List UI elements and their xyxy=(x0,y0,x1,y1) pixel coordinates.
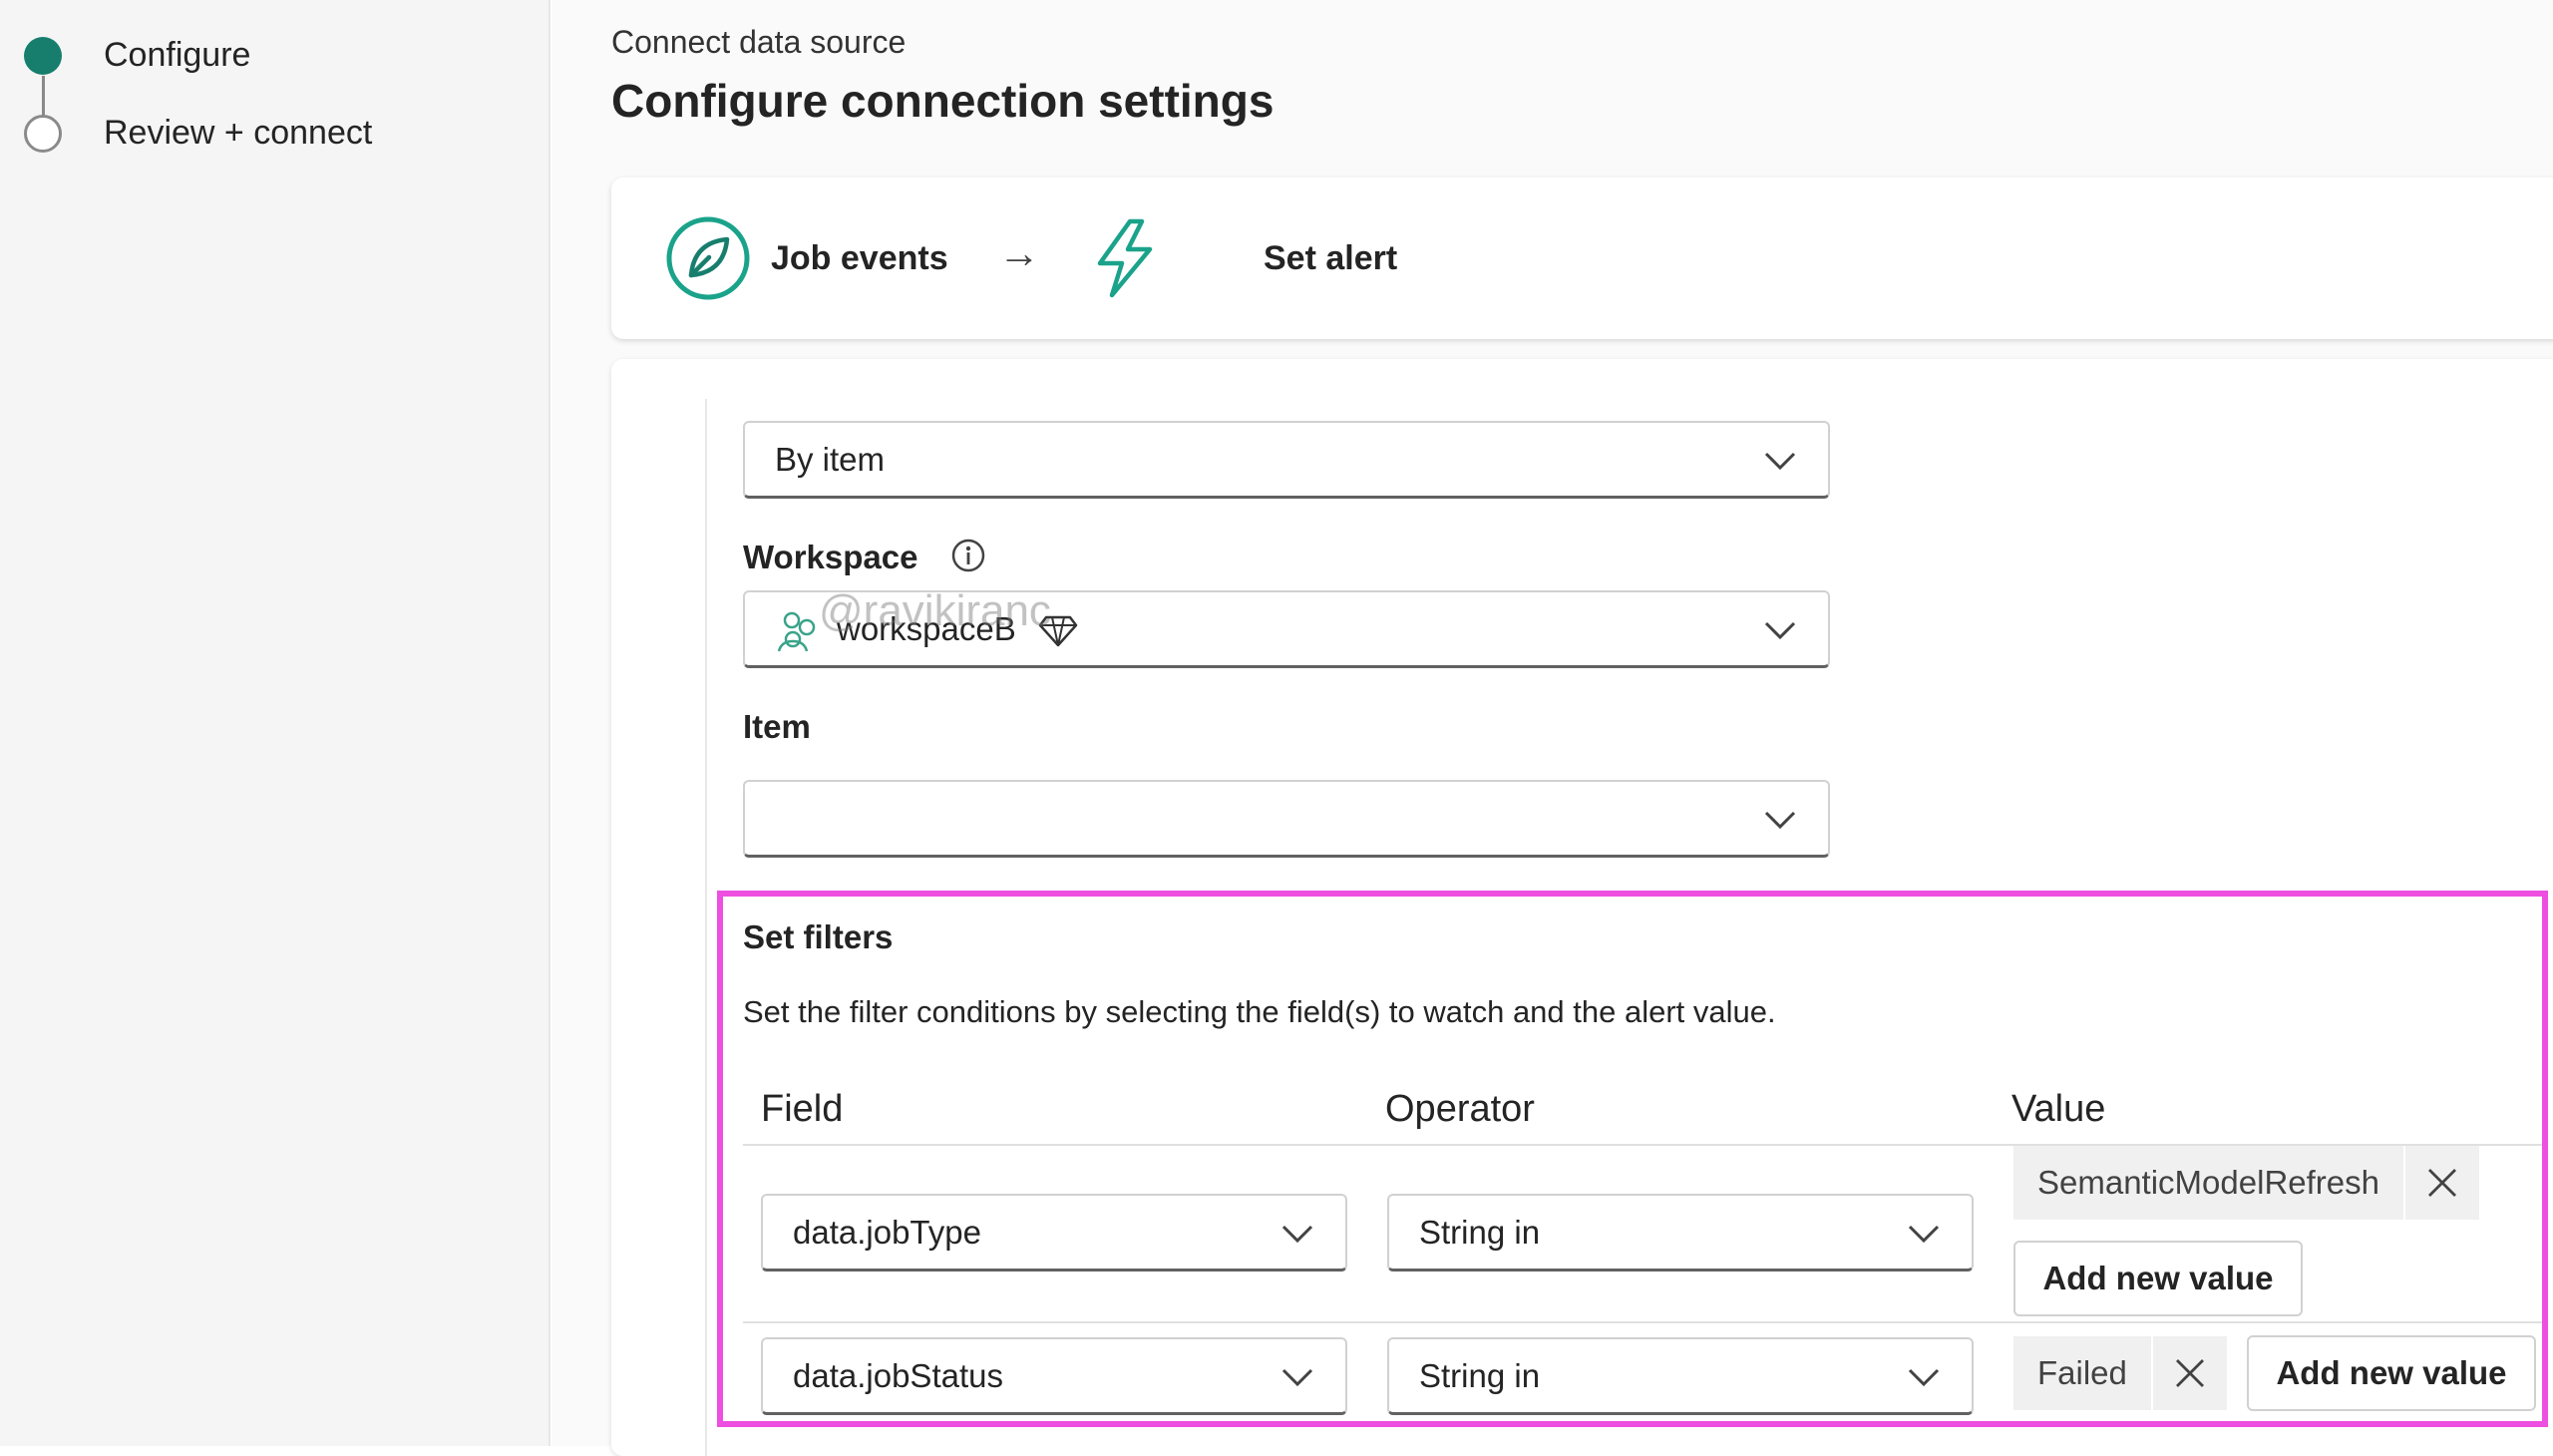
value-chip: Failed xyxy=(2013,1336,2227,1410)
step-label: Configure xyxy=(104,36,251,74)
workspace-label-text: Workspace xyxy=(743,539,918,575)
chevron-down-icon xyxy=(1281,1225,1313,1243)
add-new-value-button[interactable]: Add new value xyxy=(2013,1241,2303,1316)
filter-operator-dropdown[interactable]: String in xyxy=(1387,1337,1974,1415)
workspace-icon xyxy=(777,611,816,651)
step-pending-indicator-icon xyxy=(24,114,62,153)
set-alert-label: Set alert xyxy=(1264,239,1398,277)
filters-description: Set the filter conditions by selecting t… xyxy=(743,994,1776,1029)
column-header-field: Field xyxy=(761,1088,844,1130)
chevron-down-icon xyxy=(1764,811,1796,829)
filter-field-value: data.jobStatus xyxy=(793,1356,1003,1394)
lightning-icon xyxy=(1097,218,1153,298)
filter-field-dropdown[interactable]: data.jobType xyxy=(761,1194,1347,1272)
chevron-down-icon xyxy=(1764,621,1796,639)
filter-field-value: data.jobType xyxy=(793,1213,981,1251)
arrow-right-icon: → xyxy=(998,229,1040,276)
job-events-icon xyxy=(666,216,750,300)
step-label: Review + connect xyxy=(104,114,373,152)
chevron-down-icon xyxy=(1908,1225,1940,1243)
step-connector xyxy=(42,76,45,116)
filters-title: Set filters xyxy=(743,918,894,955)
value-chip-text: SemanticModelRefresh xyxy=(2037,1164,2379,1201)
main-panel: Connect data source Configure connection… xyxy=(551,0,2553,1456)
item-dropdown[interactable] xyxy=(743,780,1830,858)
breadcrumb: Connect data source xyxy=(611,24,907,60)
flow-summary-card: Job events → Set alert xyxy=(611,178,2553,339)
item-label: Item xyxy=(743,708,811,745)
set-filters-section: Set filters Set the filter conditions by… xyxy=(717,891,2548,1427)
info-icon[interactable] xyxy=(949,537,987,574)
close-icon xyxy=(2428,1169,2456,1197)
filter-operator-value: String in xyxy=(1419,1356,1541,1394)
scope-dropdown[interactable]: By item xyxy=(743,421,1830,499)
close-icon xyxy=(2175,1359,2204,1387)
value-chip-text: Failed xyxy=(2037,1354,2127,1391)
chevron-down-icon xyxy=(1908,1368,1940,1386)
column-header-operator: Operator xyxy=(1385,1088,1535,1130)
watermark-text: @ravikiranс xyxy=(819,585,1051,635)
page-title: Configure connection settings xyxy=(611,75,1275,127)
scope-dropdown-value: By item xyxy=(775,440,886,478)
column-header-value: Value xyxy=(2011,1088,2106,1130)
section-divider xyxy=(705,399,707,1456)
step-review-connect[interactable]: Review + connect xyxy=(24,114,372,153)
filter-operator-dropdown[interactable]: String in xyxy=(1387,1194,1974,1272)
step-configure[interactable]: Configure xyxy=(24,36,250,75)
workspace-label: Workspace xyxy=(743,537,987,576)
job-events-label: Job events xyxy=(771,239,948,277)
value-chip: SemanticModelRefresh xyxy=(2013,1146,2479,1220)
filter-field-dropdown[interactable]: data.jobStatus xyxy=(761,1337,1347,1415)
filter-operator-value: String in xyxy=(1419,1213,1541,1251)
wizard-sidebar: Configure Review + connect xyxy=(0,0,550,1446)
chevron-down-icon xyxy=(1764,452,1796,470)
remove-value-button[interactable] xyxy=(2403,1146,2479,1220)
remove-value-button[interactable] xyxy=(2150,1336,2227,1410)
step-current-indicator-icon xyxy=(24,36,62,75)
chevron-down-icon xyxy=(1281,1368,1313,1386)
workspace-dropdown[interactable]: workspaceB @ravikiranс xyxy=(743,586,1830,668)
row-divider xyxy=(743,1321,2542,1323)
workspace-dropdown-value: workspaceB @ravikiranс xyxy=(819,586,1051,648)
add-new-value-button[interactable]: Add new value xyxy=(2247,1335,2536,1411)
